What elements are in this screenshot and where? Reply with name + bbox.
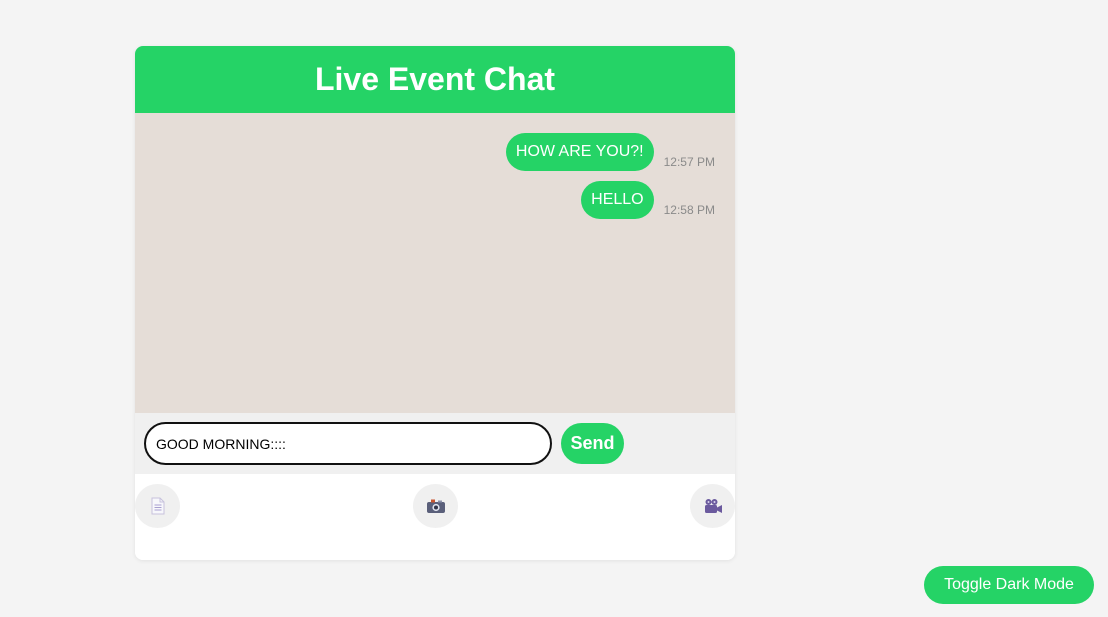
message-bubble: HOW ARE YOU?!	[505, 133, 654, 171]
message-bubble: HELLO	[581, 181, 654, 219]
attach-video-button[interactable]	[690, 484, 735, 528]
send-button[interactable]: Send	[561, 423, 624, 464]
attach-photo-button[interactable]	[413, 484, 458, 528]
message-timestamp: 12:58 PM	[663, 203, 715, 217]
video-camera-icon	[704, 499, 722, 513]
message-timestamp: 12:57 PM	[663, 155, 715, 169]
attach-document-button[interactable]	[135, 484, 180, 528]
chat-window: Live Event Chat HOW ARE YOU?! 12:57 PM H…	[135, 46, 735, 560]
toggle-dark-mode-button[interactable]: Toggle Dark Mode	[924, 566, 1094, 604]
attachment-bar	[135, 474, 735, 560]
message-list[interactable]: HOW ARE YOU?! 12:57 PM HELLO 12:58 PM	[135, 113, 735, 413]
chat-title: Live Event Chat	[314, 61, 556, 97]
message-item: HELLO 12:58 PM	[581, 181, 715, 219]
message-input[interactable]	[144, 422, 552, 465]
message-item: HOW ARE YOU?! 12:57 PM	[505, 133, 715, 171]
chat-header: Live Event Chat	[135, 46, 735, 113]
message-composer: Send	[135, 413, 735, 474]
document-icon	[151, 497, 164, 515]
camera-icon	[426, 499, 445, 513]
